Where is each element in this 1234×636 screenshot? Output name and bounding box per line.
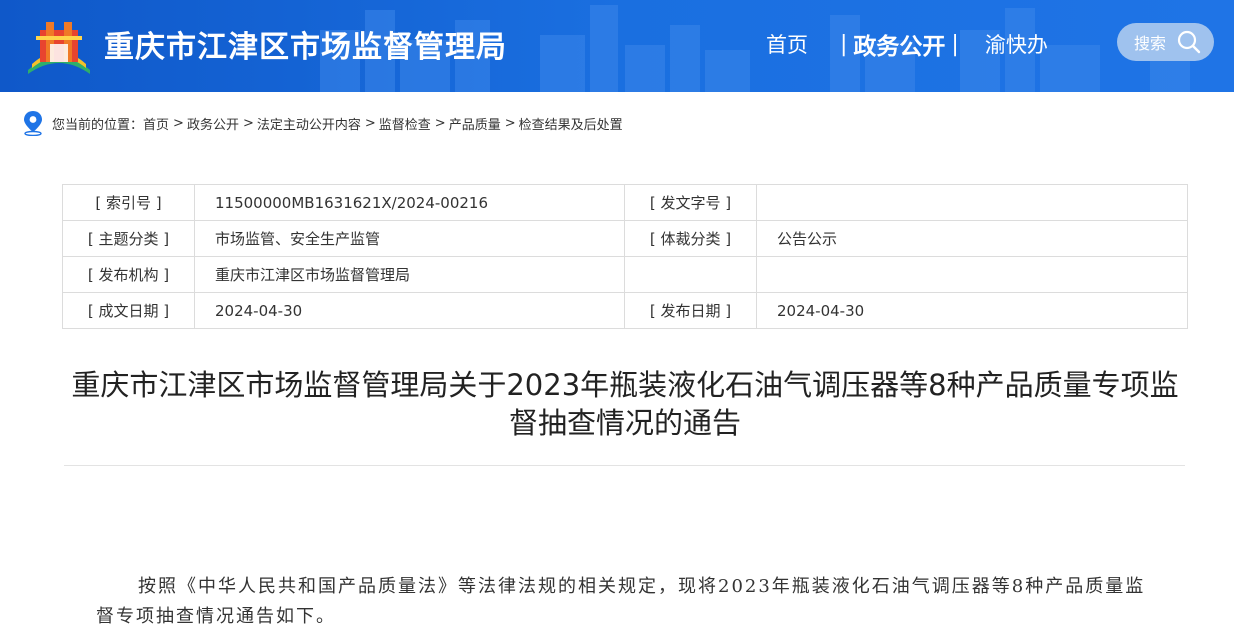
breadcrumb-item-statutory-disclosure[interactable]: 法定主动公开内容 [257, 114, 361, 133]
document-paragraph: 按照《中华人民共和国产品质量法》等法律法规的相关规定，现将2023年瓶装液化石油… [96, 576, 1146, 627]
logo-icon [28, 22, 90, 74]
search-icon [1177, 30, 1201, 54]
table-row: [ 主题分类 ] 市场监管、安全生产监管 [ 体裁分类 ] 公告公示 [62, 220, 1188, 257]
breadcrumb-separator: > [364, 115, 376, 131]
meta-key: [ 成文日期 ] [62, 292, 195, 329]
meta-key: [ 发布机构 ] [62, 256, 195, 293]
title-divider [64, 465, 1185, 466]
nav-separator: | [840, 31, 848, 57]
site-header: 重庆市江津区市场监督管理局 首页 | 政务公开 | 渝快办 搜索 [0, 0, 1234, 92]
breadcrumb-item-results[interactable]: 检查结果及后处置 [519, 114, 623, 133]
table-row: [ 成文日期 ] 2024-04-30 [ 发布日期 ] 2024-04-30 [62, 292, 1188, 329]
breadcrumb-item-product-quality[interactable]: 产品质量 [449, 114, 501, 133]
table-row: [ 索引号 ] 11500000MB1631621X/2024-00216 [ … [62, 184, 1188, 221]
breadcrumb-separator: > [173, 115, 184, 131]
meta-key: [ 主题分类 ] [62, 220, 195, 257]
breadcrumb-prefix: 您当前的位置： [52, 117, 144, 133]
document-title-line: 督抽查情况的通告 [508, 406, 741, 440]
breadcrumb-separator: > [242, 115, 254, 131]
breadcrumb-separator: > [434, 115, 446, 131]
meta-key: [ 发文字号 ] [624, 184, 757, 221]
main-nav: 首页 | 政务公开 | 渝快办 [766, 27, 1048, 61]
table-row: [ 发布机构 ] 重庆市江津区市场监督管理局 [62, 256, 1188, 293]
meta-value [756, 256, 1188, 293]
search-label: 搜索 [1134, 34, 1167, 53]
meta-key: [ 发布日期 ] [624, 292, 757, 329]
breadcrumb: 您当前的位置： 首页 > 政务公开 > 法定主动公开内容 > 监督检查 > 产品… [22, 110, 623, 136]
nav-government-affairs[interactable]: 政务公开 [853, 27, 945, 61]
meta-key [624, 256, 757, 293]
document-title: 重庆市江津区市场监督管理局关于2023年瓶装液化石油气调压器等8种产品质量专项监… [50, 366, 1200, 442]
breadcrumb-item-home[interactable]: 首页 [143, 114, 169, 133]
meta-value: 2024-04-30 [194, 292, 625, 329]
meta-value: 市场监管、安全生产监管 [194, 220, 625, 257]
meta-value: 11500000MB1631621X/2024-00216 [194, 184, 625, 221]
site-title[interactable]: 重庆市江津区市场监督管理局 [104, 22, 507, 66]
meta-value: 公告公示 [756, 220, 1188, 257]
nav-home[interactable]: 首页 [766, 29, 808, 59]
meta-key: [ 体裁分类 ] [624, 220, 757, 257]
breadcrumb-item-government-affairs[interactable]: 政务公开 [187, 114, 239, 133]
meta-value: 2024-04-30 [756, 292, 1188, 329]
document-title-line: 重庆市江津区市场监督管理局关于2023年瓶装液化石油气调压器等8种产品质量专项监 [71, 368, 1179, 402]
meta-value [756, 184, 1188, 221]
nav-yukuaiban[interactable]: 渝快办 [985, 29, 1048, 59]
breadcrumb-separator: > [504, 115, 516, 131]
document-meta-table: [ 索引号 ] 11500000MB1631621X/2024-00216 [ … [62, 184, 1188, 329]
meta-value: 重庆市江津区市场监督管理局 [194, 256, 625, 293]
meta-key: [ 索引号 ] [62, 184, 195, 221]
nav-separator: | [951, 31, 959, 57]
location-pin-icon [24, 111, 42, 136]
breadcrumb-item-supervision[interactable]: 监督检查 [379, 114, 431, 133]
search-button[interactable]: 搜索 [1117, 23, 1214, 61]
